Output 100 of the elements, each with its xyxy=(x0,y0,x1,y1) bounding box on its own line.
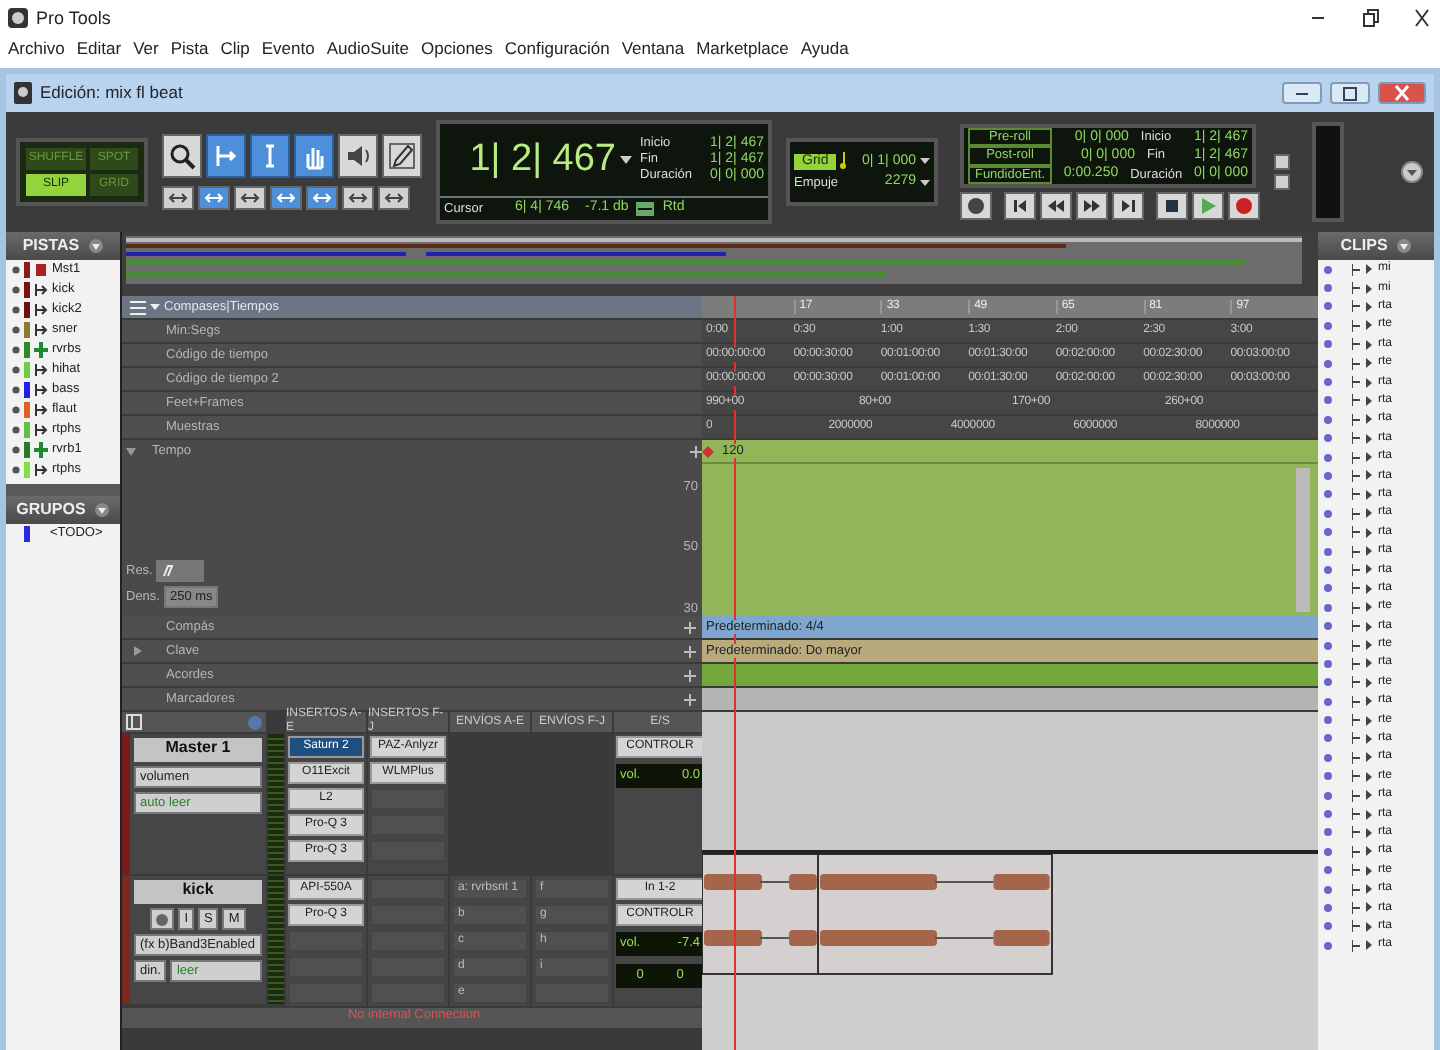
menu-item[interactable]: Pista xyxy=(170,40,209,60)
view-icon[interactable] xyxy=(126,714,142,730)
menu-item[interactable]: Ventana xyxy=(621,40,685,60)
menu-item[interactable]: Ayuda xyxy=(800,40,849,60)
edit-option-button[interactable] xyxy=(342,186,374,210)
audio-track-icon xyxy=(34,402,48,418)
menu-item[interactable]: Archivo xyxy=(8,40,65,60)
clip-icon xyxy=(1352,808,1360,821)
dot-icon[interactable] xyxy=(12,326,20,334)
dot-icon[interactable] xyxy=(12,306,20,314)
dot-icon[interactable] xyxy=(12,446,20,454)
edit-option-button[interactable] xyxy=(378,186,410,210)
audio-clip[interactable] xyxy=(702,854,819,975)
dot-icon[interactable] xyxy=(12,466,20,474)
selector-tool-button[interactable] xyxy=(250,134,290,178)
clip-icon xyxy=(1352,357,1360,370)
arrows-icon xyxy=(312,190,332,206)
restore-button[interactable] xyxy=(1330,82,1370,104)
clip-icon xyxy=(1352,451,1360,464)
record-icon xyxy=(156,913,169,925)
clip-icon xyxy=(1352,845,1360,858)
dot-icon xyxy=(1324,453,1332,462)
clip-icon xyxy=(1352,376,1360,389)
plus-icon[interactable] xyxy=(684,669,696,681)
record-button[interactable] xyxy=(1228,192,1260,221)
edit-option-button[interactable] xyxy=(270,186,302,210)
sync-icon[interactable] xyxy=(636,202,655,216)
track-name-plate[interactable]: Master 1 xyxy=(134,738,262,762)
dot-icon[interactable] xyxy=(12,286,20,294)
arrows-icon xyxy=(240,190,260,206)
edit-option-button[interactable] xyxy=(234,186,266,210)
clip-icon xyxy=(1352,732,1360,745)
grabber-tool-button[interactable] xyxy=(294,134,334,178)
dot-icon[interactable] xyxy=(12,346,20,354)
clip-icon xyxy=(1352,620,1360,633)
go-to-end-button[interactable] xyxy=(1112,192,1144,221)
dropdown-icon[interactable] xyxy=(1400,160,1424,184)
menu-item[interactable]: Ver xyxy=(133,40,159,60)
plus-icon[interactable] xyxy=(684,621,696,633)
plus-icon[interactable] xyxy=(684,693,696,705)
caret-icon[interactable] xyxy=(620,156,632,164)
minimize-button[interactable] xyxy=(1282,82,1322,104)
tempo-marker-icon[interactable] xyxy=(702,445,714,457)
dot-icon[interactable] xyxy=(12,266,20,274)
restore-icon[interactable] xyxy=(1360,8,1380,28)
menu-item[interactable]: AudioSuite xyxy=(326,40,409,60)
meter-drawing xyxy=(1312,122,1344,222)
clip-icon xyxy=(1352,901,1360,914)
close-icon[interactable] xyxy=(1412,8,1432,28)
close-button[interactable] xyxy=(1378,82,1426,104)
zoom-tool-button[interactable] xyxy=(162,134,202,178)
fast-forward-button[interactable] xyxy=(1076,192,1108,221)
dot-icon xyxy=(1324,772,1332,781)
resolution-dropdown[interactable] xyxy=(156,560,205,582)
dot-icon xyxy=(1324,509,1332,518)
clip-icon xyxy=(1352,488,1360,501)
caret-icon[interactable] xyxy=(920,179,930,186)
scrollbar[interactable] xyxy=(1296,468,1310,612)
options-icon[interactable] xyxy=(93,502,110,518)
menu-item[interactable]: Clip xyxy=(220,40,250,60)
dot-icon[interactable] xyxy=(12,426,20,434)
menu-item[interactable]: Opciones xyxy=(420,40,493,60)
dot-icon[interactable] xyxy=(12,366,20,374)
dot-icon xyxy=(1324,415,1332,424)
record-enable-button[interactable] xyxy=(150,908,175,930)
plus-icon[interactable] xyxy=(684,645,696,657)
dot-icon xyxy=(1324,810,1332,819)
online-button[interactable] xyxy=(960,192,992,221)
menu-item[interactable]: Evento xyxy=(261,40,315,60)
edit-option-button[interactable] xyxy=(162,186,194,210)
edit-option-button[interactable] xyxy=(198,186,230,210)
caret-icon[interactable] xyxy=(920,158,930,165)
app-icon xyxy=(8,8,28,28)
return-to-zero-button[interactable] xyxy=(1004,192,1036,221)
options-icon[interactable] xyxy=(87,238,104,254)
dot-icon xyxy=(1324,321,1332,330)
dot-icon xyxy=(1324,378,1332,387)
rewind-button[interactable] xyxy=(1040,192,1072,221)
audio-track-icon xyxy=(34,282,48,298)
trim-icon xyxy=(212,142,240,170)
edit-option-button[interactable] xyxy=(306,186,338,210)
dot-icon[interactable] xyxy=(12,386,20,394)
options-icon[interactable] xyxy=(1395,238,1412,254)
menu-item[interactable]: Editar xyxy=(76,40,122,60)
go-to-end-icon xyxy=(1118,196,1138,217)
dot-icon xyxy=(1324,490,1332,499)
trim-tool-button[interactable] xyxy=(206,134,246,178)
menu-icon[interactable] xyxy=(130,299,146,315)
scrub-tool-button[interactable] xyxy=(338,134,378,178)
track-name-plate[interactable]: kick xyxy=(134,880,262,904)
clip-icon xyxy=(1352,714,1360,727)
menu-item[interactable]: Configuración xyxy=(504,40,610,60)
pencil-tool-button[interactable] xyxy=(382,134,422,178)
menu-item[interactable]: Marketplace xyxy=(696,40,789,60)
dot-icon xyxy=(1324,622,1332,631)
play-button[interactable] xyxy=(1192,192,1224,221)
aux-track-icon xyxy=(34,342,48,358)
plus-icon[interactable] xyxy=(690,446,702,458)
stop-button[interactable] xyxy=(1156,192,1188,221)
dot-icon[interactable] xyxy=(12,406,20,414)
